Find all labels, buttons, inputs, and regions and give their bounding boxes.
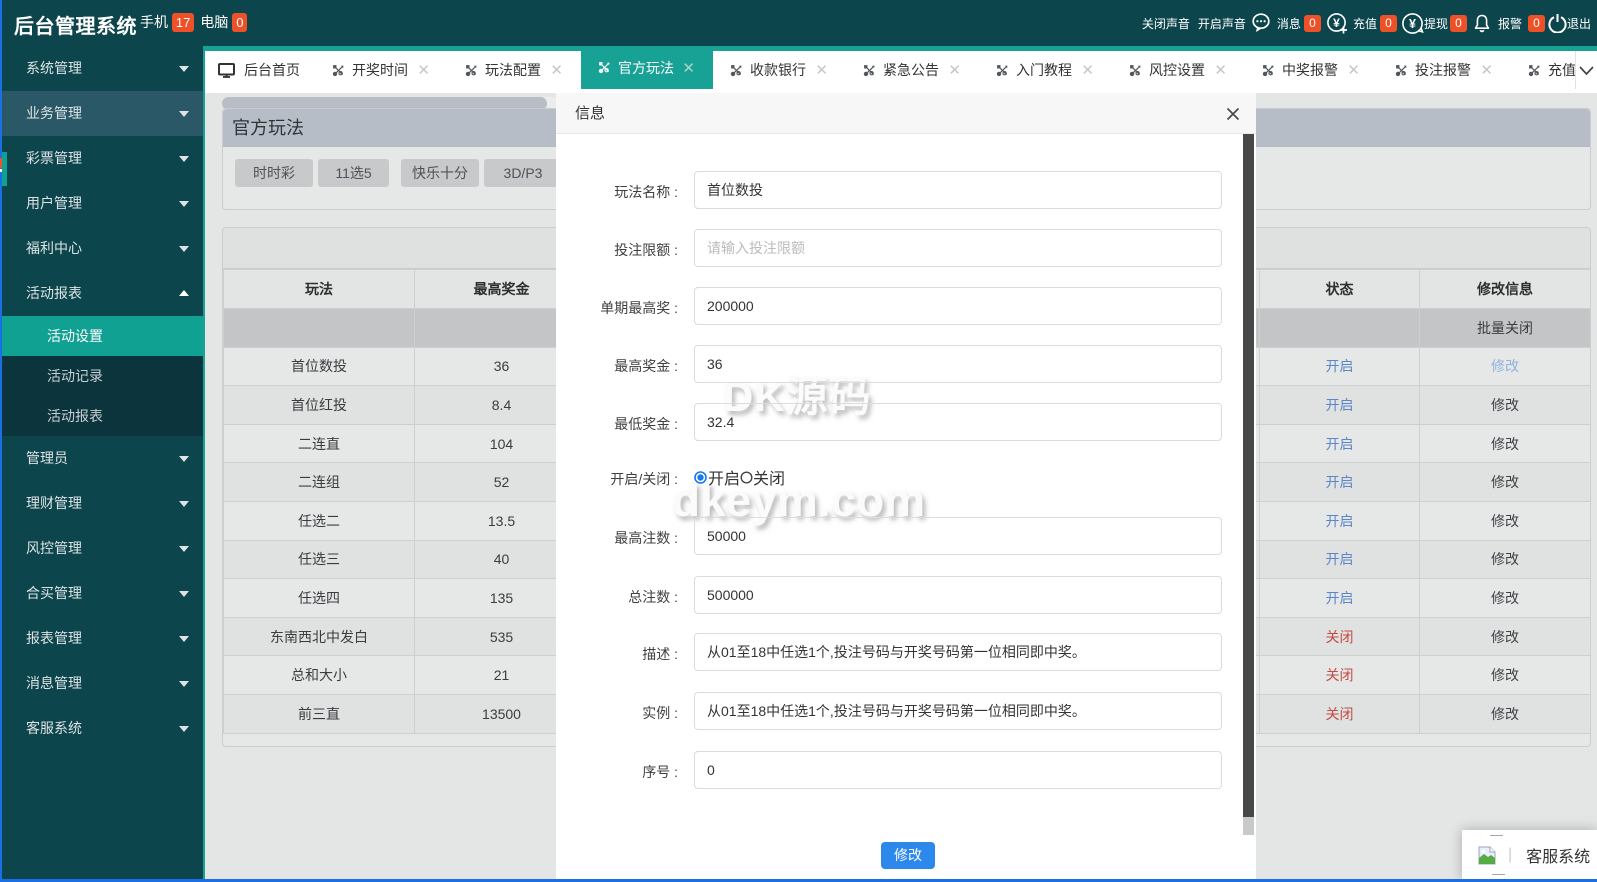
svg-text:¥: ¥ [1333,15,1340,29]
svg-text:¥: ¥ [1409,17,1416,31]
